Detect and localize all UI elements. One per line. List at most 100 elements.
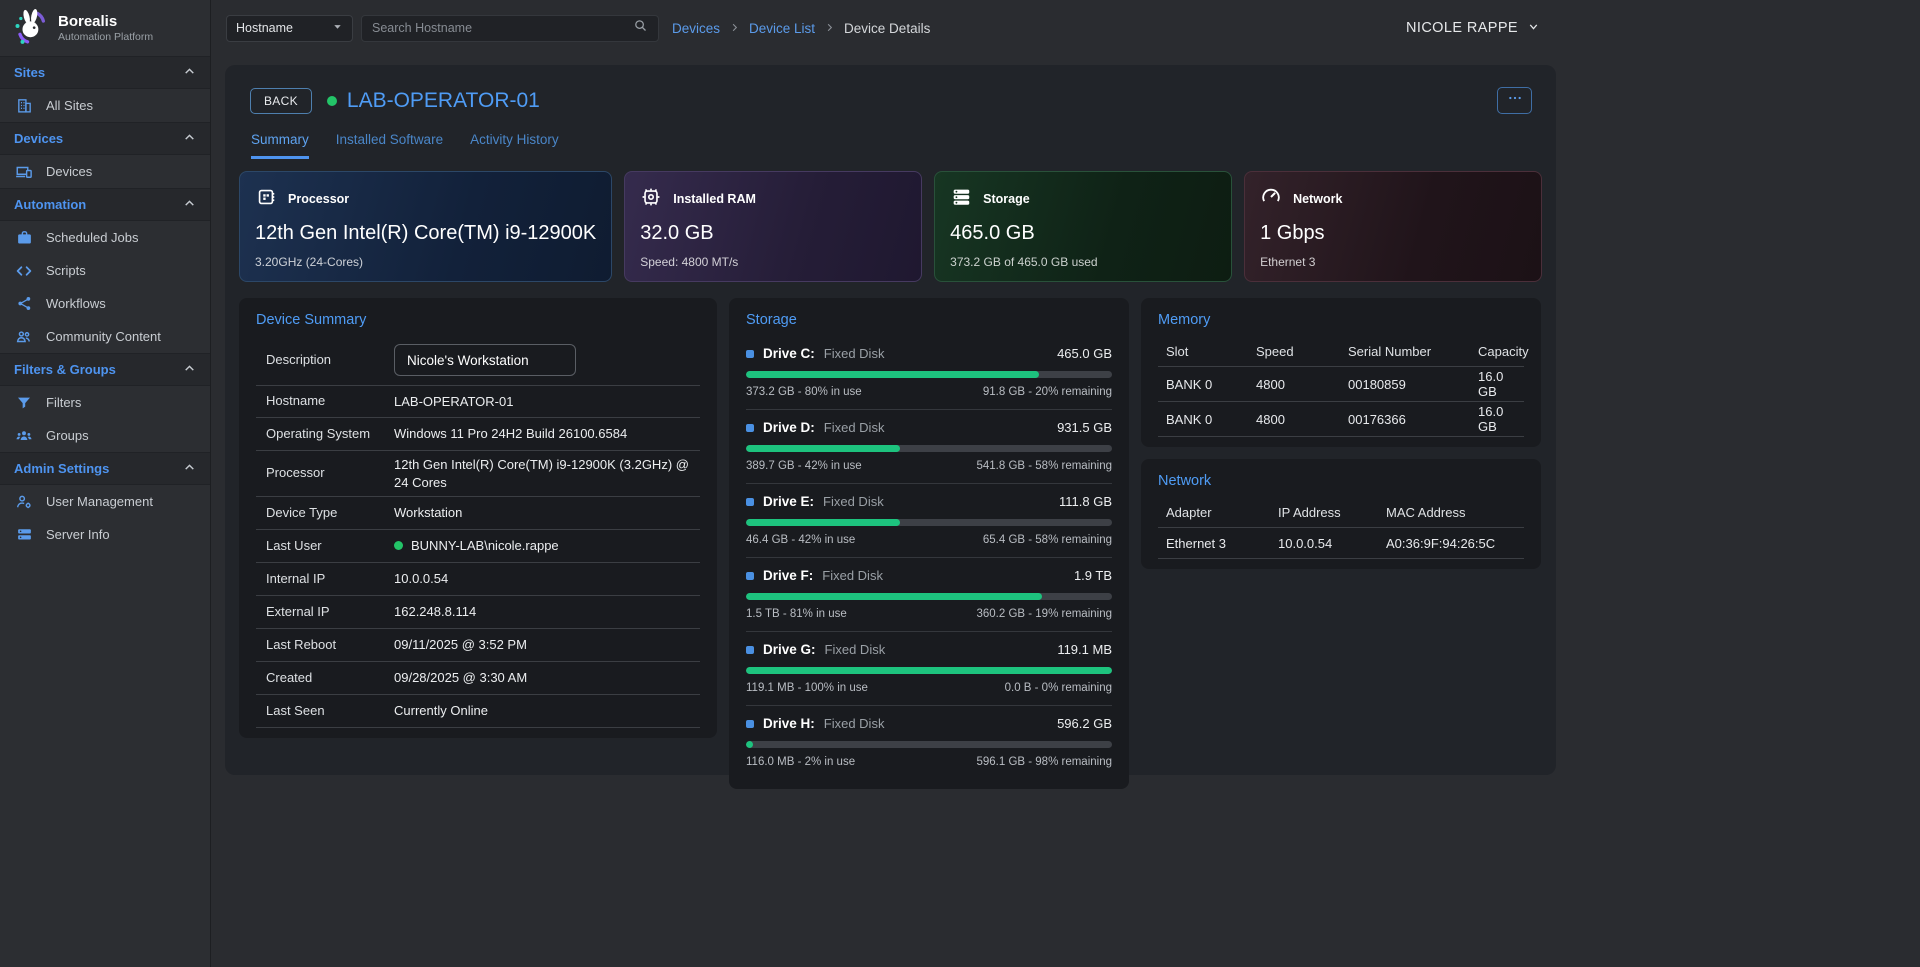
user-menu[interactable]: NICOLE RAPPE <box>1406 20 1540 37</box>
chevron-right-icon <box>824 21 835 36</box>
drive-usage-bar <box>746 741 1112 748</box>
section-label: Sites <box>14 65 45 80</box>
devices-icon <box>15 163 33 181</box>
memory-panel: Memory SlotSpeedSerial NumberCapacity BA… <box>1141 298 1541 447</box>
network-panel: Network AdapterIP AddressMAC Address Eth… <box>1141 459 1541 569</box>
sidebar-section-filters-groups[interactable]: Filters & Groups <box>0 353 210 386</box>
stat-card-title: Storage <box>983 192 1030 206</box>
network-table-row: Ethernet 310.0.0.54A0:36:9F:94:26:5C <box>1158 528 1524 559</box>
sidebar-item-workflows[interactable]: Workflows <box>0 287 210 320</box>
sidebar-item-label: Scripts <box>46 263 86 278</box>
brand-name: Borealis <box>58 13 153 30</box>
sidebar-item-user-management[interactable]: User Management <box>0 485 210 518</box>
sidebar-item-label: All Sites <box>46 98 93 113</box>
main-area: Hostname Devices Device List Device Deta… <box>211 0 1556 967</box>
chevron-right-icon <box>729 21 740 36</box>
more-actions-button[interactable] <box>1497 87 1532 114</box>
device-details-panel: BACK LAB-OPERATOR-01 Summary Installed S… <box>225 65 1556 775</box>
stat-card-title: Processor <box>288 192 349 206</box>
breadcrumb-devices[interactable]: Devices <box>672 21 720 36</box>
tab-installed-software[interactable]: Installed Software <box>336 132 443 159</box>
section-label: Automation <box>14 197 86 212</box>
drive-bullet-icon <box>746 350 754 358</box>
stat-card-sub: Ethernet 3 <box>1260 255 1526 269</box>
sidebar-item-server-info[interactable]: Server Info <box>0 518 210 551</box>
drive-row-h: Drive H:Fixed Disk596.2 GB 116.0 MB - 2%… <box>746 706 1112 779</box>
drive-row-g: Drive G:Fixed Disk119.1 MB 119.1 MB - 10… <box>746 632 1112 706</box>
panel-title: Network <box>1158 473 1524 489</box>
search-box <box>361 15 659 42</box>
sidebar-item-filters[interactable]: Filters <box>0 386 210 419</box>
drive-usage-bar <box>746 519 1112 526</box>
sidebar-item-devices[interactable]: Devices <box>0 155 210 188</box>
sidebar-section-sites[interactable]: Sites <box>0 56 210 89</box>
search-field-select[interactable]: Hostname <box>226 15 353 42</box>
memory-table-row: BANK 048000018085916.0 GB <box>1158 367 1524 402</box>
summary-row-external-ip: External IP162.248.8.114 <box>256 596 700 629</box>
sidebar-item-community-content[interactable]: Community Content <box>0 320 210 353</box>
description-input[interactable] <box>394 344 576 376</box>
tab-activity-history[interactable]: Activity History <box>470 132 559 159</box>
groups-icon <box>15 426 33 445</box>
stat-card-sub: 373.2 GB of 465.0 GB used <box>950 255 1216 269</box>
memory-table-row: BANK 048000017636616.0 GB <box>1158 402 1524 437</box>
sidebar-item-groups[interactable]: Groups <box>0 419 210 452</box>
drive-bullet-icon <box>746 498 754 506</box>
sidebar-item-all-sites[interactable]: All Sites <box>0 89 210 122</box>
sidebar-item-label: Devices <box>46 164 92 179</box>
brand-subtitle: Automation Platform <box>58 31 153 43</box>
cpu-icon <box>255 186 277 211</box>
topbar: Hostname Devices Device List Device Deta… <box>211 0 1556 56</box>
storage-panel: Storage Drive C:Fixed Disk465.0 GB 373.2… <box>729 298 1129 789</box>
stat-cards: Processor 12th Gen Intel(R) Core(TM) i9-… <box>239 171 1542 282</box>
summary-row-description: Description <box>256 339 700 385</box>
sidebar-section-automation[interactable]: Automation <box>0 188 210 221</box>
chevron-down-icon <box>1527 20 1540 37</box>
device-tabs: Summary Installed Software Activity Hist… <box>239 116 1542 159</box>
ellipsis-icon <box>1507 90 1523 111</box>
drive-bullet-icon <box>746 424 754 432</box>
sidebar-section-devices[interactable]: Devices <box>0 122 210 155</box>
storage-stack-icon <box>950 186 972 211</box>
summary-row-internal-ip: Internal IP10.0.0.54 <box>256 563 700 596</box>
sidebar-section-admin-settings[interactable]: Admin Settings <box>0 452 210 485</box>
app-logo[interactable]: Borealis Automation Platform <box>0 0 210 56</box>
sidebar-item-scheduled-jobs[interactable]: Scheduled Jobs <box>0 221 210 254</box>
drive-bullet-icon <box>746 572 754 580</box>
drive-row-f: Drive F:Fixed Disk1.9 TB 1.5 TB - 81% in… <box>746 558 1112 632</box>
drive-usage-bar <box>746 445 1112 452</box>
stat-card-installed-ram: Installed RAM 32.0 GB Speed: 4800 MT/s <box>624 171 922 282</box>
borealis-logo-icon <box>10 6 50 51</box>
device-header: BACK LAB-OPERATOR-01 <box>239 79 1542 116</box>
memory-table-header: SlotSpeedSerial NumberCapacity <box>1158 336 1524 367</box>
sidebar-item-scripts[interactable]: Scripts <box>0 254 210 287</box>
network-table-header: AdapterIP AddressMAC Address <box>1158 497 1524 528</box>
drive-usage-bar <box>746 593 1112 600</box>
tab-summary[interactable]: Summary <box>251 132 309 159</box>
summary-row-hostname: HostnameLAB-OPERATOR-01 <box>256 385 700 418</box>
code-icon <box>15 262 33 280</box>
summary-row-created: Created09/28/2025 @ 3:30 AM <box>256 662 700 695</box>
section-label: Devices <box>14 131 63 146</box>
back-button[interactable]: BACK <box>250 88 312 114</box>
stat-card-title: Installed RAM <box>673 192 756 206</box>
stat-card-value: 12th Gen Intel(R) Core(TM) i9-12900K <box>255 222 596 245</box>
stat-card-processor: Processor 12th Gen Intel(R) Core(TM) i9-… <box>239 171 612 282</box>
search-input[interactable] <box>372 21 633 35</box>
right-column: Memory SlotSpeedSerial NumberCapacity BA… <box>1141 298 1541 569</box>
app-root: Borealis Automation Platform Sites All S… <box>0 0 1556 967</box>
breadcrumb-device-list[interactable]: Device List <box>749 21 815 36</box>
chevron-up-icon <box>183 65 196 81</box>
drive-usage-bar <box>746 667 1112 674</box>
server-icon <box>15 526 33 543</box>
section-label: Filters & Groups <box>14 362 116 377</box>
online-status-dot <box>327 96 337 106</box>
detail-panels: Device Summary Description HostnameLAB-O… <box>239 298 1542 789</box>
drive-usage-bar <box>746 371 1112 378</box>
page-title: LAB-OPERATOR-01 <box>327 89 540 113</box>
summary-row-os: Operating SystemWindows 11 Pro 24H2 Buil… <box>256 418 700 451</box>
stat-card-sub: Speed: 4800 MT/s <box>640 255 906 269</box>
breadcrumb: Devices Device List Device Details <box>672 21 930 36</box>
sidebar-item-label: Community Content <box>46 329 161 344</box>
search-icon <box>633 18 648 38</box>
